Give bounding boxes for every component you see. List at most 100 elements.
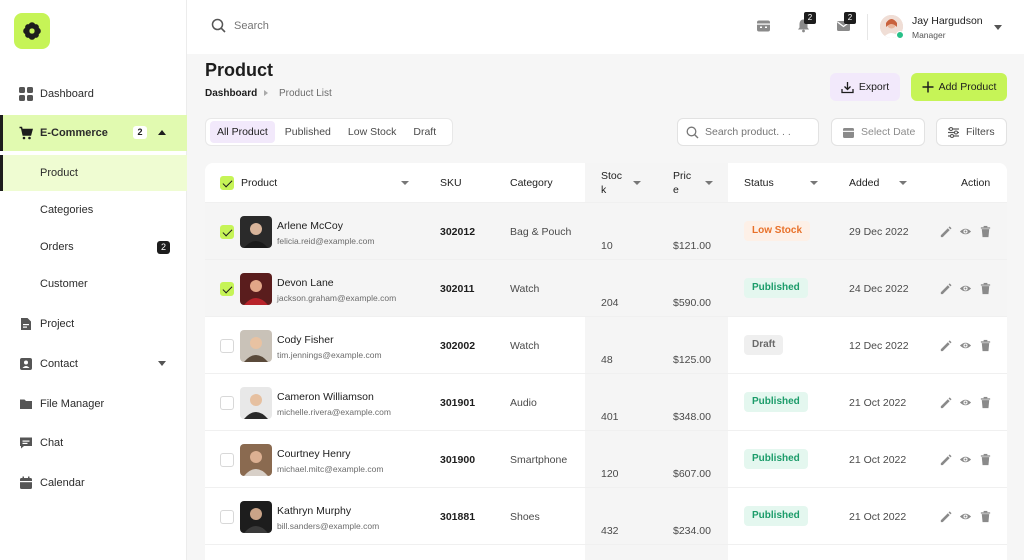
sidebar-item-calendar[interactable]: Calendar <box>0 465 187 501</box>
delete-trash-icon[interactable] <box>979 510 992 523</box>
edit-pencil-icon[interactable] <box>939 453 952 466</box>
table-row[interactable]: Devon Lane jackson.graham@example.com 3020… <box>205 260 1007 317</box>
product-added-date: 21 Oct 2022 <box>849 511 907 523</box>
edit-pencil-icon[interactable] <box>939 510 952 523</box>
view-eye-icon[interactable] <box>959 510 972 523</box>
notifications-button[interactable]: 2 <box>796 12 816 34</box>
tab-low-stock[interactable]: Low Stock <box>341 121 403 143</box>
tab-all-product[interactable]: All Product <box>210 121 275 143</box>
sort-caret-icon[interactable] <box>899 181 907 185</box>
row-checkbox[interactable] <box>220 396 234 410</box>
product-name[interactable]: Cameron Williamson <box>277 391 374 403</box>
table-row[interactable]: Cody Fisher tim.jennings@example.com 30200… <box>205 317 1007 374</box>
column-label-part: k <box>601 184 607 196</box>
chevron-down-icon[interactable] <box>158 361 166 366</box>
edit-pencil-icon[interactable] <box>939 396 952 409</box>
download-icon <box>841 81 854 93</box>
global-search-input[interactable] <box>234 19 434 32</box>
row-checkbox[interactable] <box>220 510 234 524</box>
calendar-button[interactable] <box>756 18 772 34</box>
column-header-stock[interactable]: Stoc k <box>601 163 641 203</box>
select-all-checkbox[interactable] <box>220 176 234 190</box>
chevron-down-icon[interactable] <box>994 25 1002 30</box>
row-checkbox[interactable] <box>220 453 234 467</box>
edit-pencil-icon[interactable] <box>939 339 952 352</box>
delete-trash-icon[interactable] <box>979 282 992 295</box>
product-name[interactable]: Kathryn Murphy <box>277 505 351 517</box>
product-name[interactable]: Arlene McCoy <box>277 220 343 232</box>
delete-trash-icon[interactable] <box>979 453 992 466</box>
sidebar-item-label: Chat <box>40 437 64 449</box>
sidebar-subitem-orders[interactable]: Orders 2 <box>0 229 187 265</box>
column-header-added[interactable]: Added <box>849 163 907 203</box>
sort-caret-icon[interactable] <box>705 181 713 185</box>
sidebar-subitem-product[interactable]: Product <box>0 155 187 191</box>
global-search[interactable] <box>211 18 434 33</box>
product-name[interactable]: Courtney Henry <box>277 448 351 460</box>
sidebar-item-contact[interactable]: Contact <box>0 346 187 382</box>
calendar-icon <box>19 476 33 490</box>
column-header-status[interactable]: Status <box>744 163 818 203</box>
grid-icon <box>19 87 33 101</box>
sidebar-item-project[interactable]: Project <box>0 306 187 342</box>
product-stock: 204 <box>601 297 619 309</box>
status-badge: Low Stock <box>744 221 811 241</box>
sidebar-item-label: E-Commerce <box>40 127 108 139</box>
select-date-button[interactable]: Select Date <box>831 118 925 146</box>
filters-button[interactable]: Filters <box>936 118 1007 146</box>
calendar-icon <box>757 20 770 32</box>
table-row[interactable]: Cameron Williamson michelle.rivera@exampl… <box>205 374 1007 431</box>
sidebar-subitem-customer[interactable]: Customer <box>0 266 187 302</box>
user-name[interactable]: Jay Hargudson <box>912 15 983 27</box>
sidebar-item-file-manager[interactable]: File Manager <box>0 386 187 422</box>
row-checkbox[interactable] <box>220 339 234 353</box>
product-name[interactable]: Cody Fisher <box>277 334 334 346</box>
sort-caret-icon[interactable] <box>401 181 409 185</box>
messages-button[interactable]: 2 <box>836 12 856 34</box>
column-label-part: Stoc <box>601 170 623 182</box>
filters-label: Filters <box>966 126 995 138</box>
sidebar-item-chat[interactable]: Chat <box>0 425 187 461</box>
table-row[interactable]: Courtney Henry michael.mitc@example.com 30… <box>205 431 1007 488</box>
edit-pencil-icon[interactable] <box>939 282 952 295</box>
add-product-label: Add Product <box>938 81 997 93</box>
online-status-dot <box>896 31 904 39</box>
product-search[interactable] <box>677 118 819 146</box>
chevron-up-icon[interactable] <box>158 130 166 135</box>
view-eye-icon[interactable] <box>959 453 972 466</box>
tab-published[interactable]: Published <box>278 121 338 143</box>
sort-caret-icon[interactable] <box>633 181 641 185</box>
product-name[interactable]: Devon Lane <box>277 277 334 289</box>
product-search-input[interactable] <box>705 126 815 138</box>
status-tabs: All Product Published Low Stock Draft <box>205 118 453 146</box>
row-checkbox[interactable] <box>220 282 234 296</box>
messages-count-badge: 2 <box>844 12 856 24</box>
sidebar-item-ecommerce[interactable]: E-Commerce 2 <box>0 115 187 151</box>
product-price: $125.00 <box>673 354 711 366</box>
column-header-price[interactable]: Pric e <box>673 163 713 203</box>
view-eye-icon[interactable] <box>959 396 972 409</box>
view-eye-icon[interactable] <box>959 225 972 238</box>
breadcrumb-dashboard[interactable]: Dashboard <box>205 88 257 99</box>
sort-caret-icon[interactable] <box>810 181 818 185</box>
tab-draft[interactable]: Draft <box>406 121 443 143</box>
view-eye-icon[interactable] <box>959 339 972 352</box>
delete-trash-icon[interactable] <box>979 225 992 238</box>
delete-trash-icon[interactable] <box>979 339 992 352</box>
edit-pencil-icon[interactable] <box>939 225 952 238</box>
delete-trash-icon[interactable] <box>979 396 992 409</box>
table-row[interactable]: Arlene McCoy felicia.reid@example.com 3020… <box>205 203 1007 260</box>
add-product-button[interactable]: Add Product <box>911 73 1007 101</box>
sidebar-item-dashboard[interactable]: Dashboard <box>0 76 187 112</box>
column-header-product[interactable]: Product <box>241 163 409 203</box>
app-logo[interactable] <box>14 13 50 49</box>
row-checkbox[interactable] <box>220 225 234 239</box>
table-header: Product SKU Category Stoc k Pric e Status … <box>205 163 1007 203</box>
sidebar-subitem-categories[interactable]: Categories <box>0 192 187 228</box>
product-price: $607.00 <box>673 468 711 480</box>
chevron-right-icon <box>264 90 268 96</box>
export-button[interactable]: Export <box>830 73 900 101</box>
portrait-icon <box>240 501 272 533</box>
table-row[interactable]: Kathryn Murphy bill.sanders@example.com 30… <box>205 488 1007 545</box>
view-eye-icon[interactable] <box>959 282 972 295</box>
